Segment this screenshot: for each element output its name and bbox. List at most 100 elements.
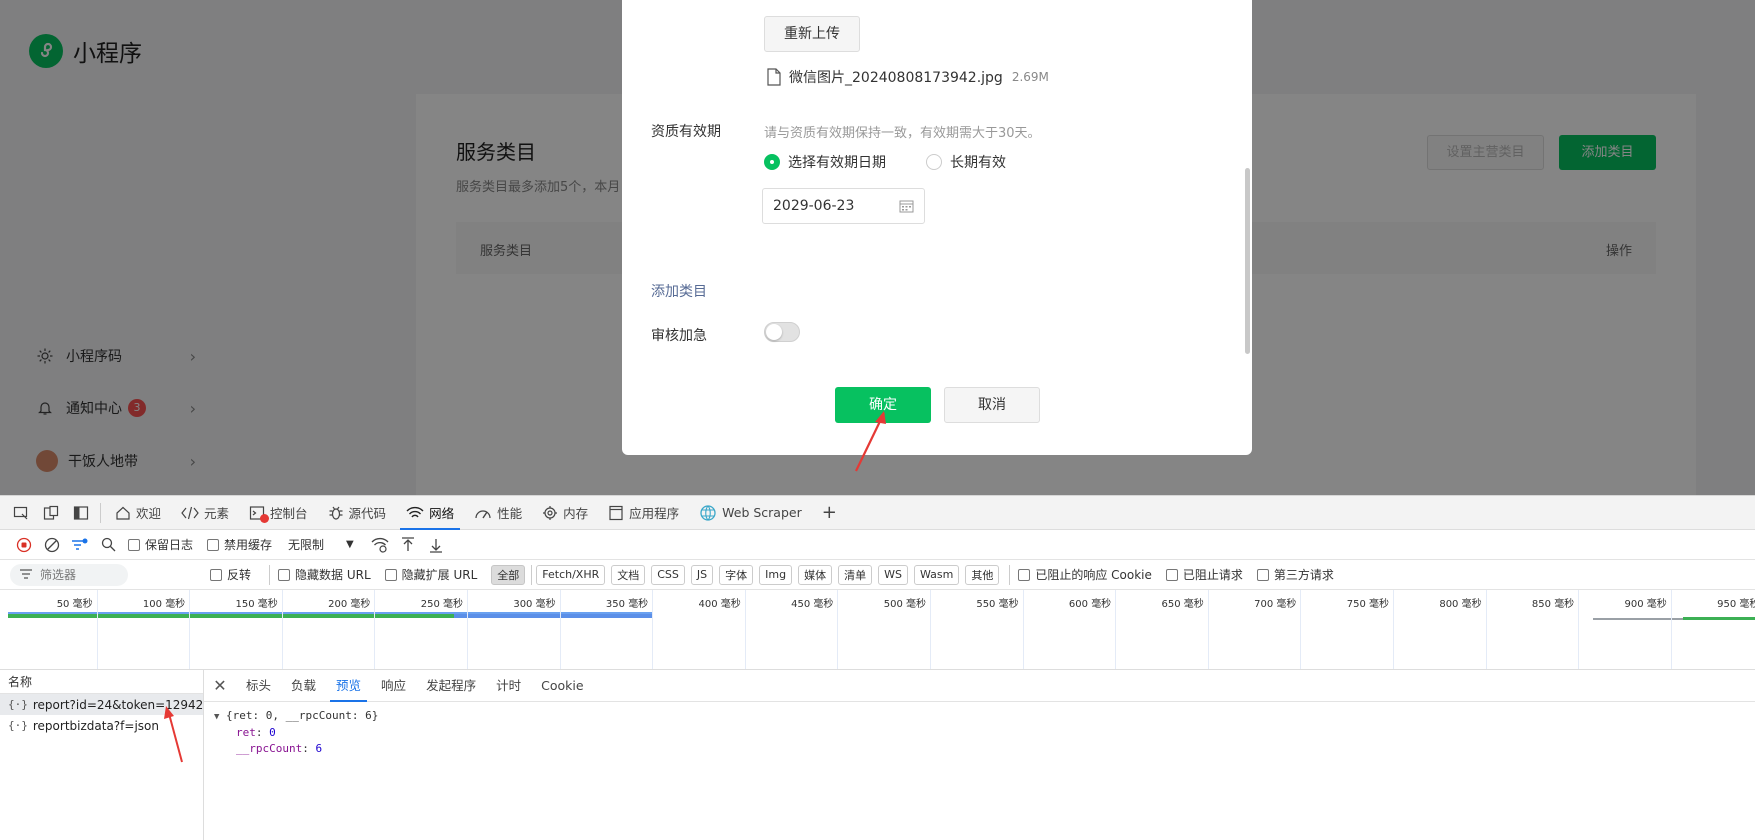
- timeline-label: 900 毫秒: [1624, 599, 1667, 610]
- json-row: ret: 0: [236, 726, 276, 739]
- validity-date-input[interactable]: 2029-06-23: [762, 188, 925, 224]
- option-select-date-label: 选择有效期日期: [788, 155, 886, 171]
- tab-elements[interactable]: 元素: [171, 496, 239, 530]
- timeline-gridline: [1670, 590, 1672, 669]
- radio-select-date[interactable]: [764, 154, 780, 170]
- chevron-down-icon: ▼: [346, 539, 354, 550]
- divider: [1009, 564, 1011, 585]
- tab-web-scraper[interactable]: Web Scraper: [689, 496, 812, 530]
- uploaded-file: 微信图片_20240808173942.jpg 2.69M: [766, 67, 1049, 87]
- json-preview: ▼ {ret: 0, __rpcCount: 6} ret: 0 __rpcCo…: [204, 702, 1755, 757]
- gauge-icon: [474, 506, 492, 520]
- filter-toggle-icon[interactable]: [66, 531, 94, 559]
- bug-icon: [328, 505, 344, 521]
- type-filter-ws[interactable]: WS: [878, 564, 908, 585]
- add-tab-button[interactable]: +: [812, 496, 847, 530]
- web-scraper-icon: [699, 504, 717, 522]
- preserve-log-checkbox[interactable]: 保留日志: [128, 536, 193, 553]
- chip-icon: [542, 505, 558, 521]
- type-filter-wasm[interactable]: Wasm: [913, 564, 960, 585]
- tab-network[interactable]: 网络: [396, 496, 464, 530]
- timeline-gridline: [467, 590, 468, 669]
- error-indicator: [260, 513, 270, 523]
- timeline-label: 200 毫秒: [328, 599, 371, 610]
- urgent-review-toggle[interactable]: [764, 322, 800, 342]
- type-filter-css[interactable]: CSS: [651, 564, 685, 585]
- type-filter-doc[interactable]: 文档: [611, 564, 646, 585]
- tab-timing[interactable]: 计时: [486, 670, 531, 702]
- divider: [531, 564, 533, 585]
- tab-cookies[interactable]: Cookie: [531, 670, 593, 702]
- triangle-down-icon: ▼: [214, 712, 220, 722]
- timeline-bar-blue: [454, 614, 652, 618]
- tab-console[interactable]: 控制台: [239, 496, 318, 530]
- urgent-review-label: 审核加急: [651, 328, 707, 344]
- timeline-gridline: [652, 590, 654, 669]
- hide-extension-url-checkbox[interactable]: 隐藏扩展 URL: [384, 566, 477, 583]
- radio-long-term[interactable]: [926, 154, 942, 170]
- type-filter-all[interactable]: 全部: [491, 564, 526, 585]
- clear-icon[interactable]: [38, 531, 66, 559]
- type-filter-manifest[interactable]: 清单: [838, 564, 873, 585]
- type-filter-fetch-xhr[interactable]: Fetch/XHR: [536, 564, 606, 585]
- add-category-link[interactable]: 添加类目: [651, 281, 707, 301]
- throttle-select[interactable]: 无限制 ▼: [288, 536, 354, 553]
- tab-initiator[interactable]: 发起程序: [416, 670, 486, 702]
- tab-sources[interactable]: 源代码: [318, 496, 397, 530]
- record-stop-icon[interactable]: [10, 531, 38, 559]
- timeline-bar-green-2: [1683, 617, 1755, 620]
- tab-memory[interactable]: 内存: [532, 496, 598, 530]
- tab-response[interactable]: 响应: [371, 670, 416, 702]
- timeline-gridline: [96, 590, 98, 669]
- checkbox-label: 第三方请求: [1273, 568, 1334, 582]
- timeline-gridline: [559, 590, 561, 669]
- timeline-bar-gray: [1593, 618, 1683, 620]
- invert-checkbox[interactable]: 反转: [210, 566, 251, 583]
- tab-headers[interactable]: 标头: [236, 670, 281, 702]
- close-icon[interactable]: ✕: [204, 676, 236, 695]
- tab-label: Web Scraper: [722, 505, 802, 520]
- type-filter-other[interactable]: 其他: [965, 564, 1000, 585]
- type-filter-js[interactable]: JS: [690, 564, 714, 585]
- device-toolbar-icon[interactable]: [36, 496, 66, 530]
- blocked-requests-checkbox[interactable]: 已阻止请求: [1165, 566, 1243, 583]
- timeline-label: 950 毫秒: [1717, 599, 1755, 610]
- filter-input[interactable]: 筛选器: [10, 563, 128, 586]
- dialog-scrollbar[interactable]: [1245, 168, 1250, 354]
- name-column-header[interactable]: 名称: [0, 670, 203, 694]
- checkbox-label: 隐藏数据 URL: [295, 568, 371, 582]
- cancel-button[interactable]: 取消: [944, 387, 1040, 423]
- tab-welcome[interactable]: 欢迎: [105, 496, 171, 530]
- search-icon[interactable]: [94, 531, 122, 559]
- tab-label: 欢迎: [136, 506, 162, 521]
- code-icon: [181, 506, 199, 520]
- tab-application[interactable]: 应用程序: [598, 496, 689, 530]
- tab-preview[interactable]: 预览: [326, 670, 371, 702]
- type-filter-font[interactable]: 字体: [719, 564, 754, 585]
- export-har-icon[interactable]: [422, 531, 450, 559]
- hide-data-url-checkbox[interactable]: 隐藏数据 URL: [278, 566, 371, 583]
- third-party-checkbox[interactable]: 第三方请求: [1256, 566, 1334, 583]
- json-root-row[interactable]: ▼ {ret: 0, __rpcCount: 6}: [214, 708, 1755, 725]
- network-conditions-icon[interactable]: [366, 531, 394, 559]
- file-icon: [767, 68, 781, 86]
- disable-cache-checkbox[interactable]: 禁用缓存: [207, 536, 272, 553]
- reupload-button[interactable]: 重新上传: [764, 16, 860, 52]
- inspect-icon[interactable]: [6, 496, 36, 530]
- blocked-cookies-checkbox[interactable]: 已阻止的响应 Cookie: [1018, 566, 1152, 583]
- timeline-label: 300 毫秒: [513, 599, 556, 610]
- checkbox-label: 已阻止的响应 Cookie: [1035, 568, 1152, 582]
- import-har-icon[interactable]: [394, 531, 422, 559]
- timeline-gridline: [374, 590, 376, 669]
- filter-placeholder: 筛选器: [40, 568, 77, 582]
- timeline-gridline: [1022, 590, 1024, 669]
- devtools-tab-bar: 欢迎 元素 控制台 源代码 网络 性能 内存 应用程序 Web Scraper …: [0, 496, 1755, 530]
- tab-performance[interactable]: 性能: [464, 496, 532, 530]
- tab-payload[interactable]: 负载: [281, 670, 326, 702]
- network-timeline-overview[interactable]: 50 毫秒 100 毫秒 150 毫秒 200 毫秒 250 毫秒 300 毫秒 350 毫…: [0, 590, 1755, 670]
- dock-side-icon[interactable]: [66, 496, 96, 530]
- json-value: 6: [315, 742, 323, 755]
- type-filter-media[interactable]: 媒体: [798, 564, 833, 585]
- timeline-gridline: [1578, 590, 1580, 669]
- type-filter-img[interactable]: Img: [759, 564, 793, 585]
